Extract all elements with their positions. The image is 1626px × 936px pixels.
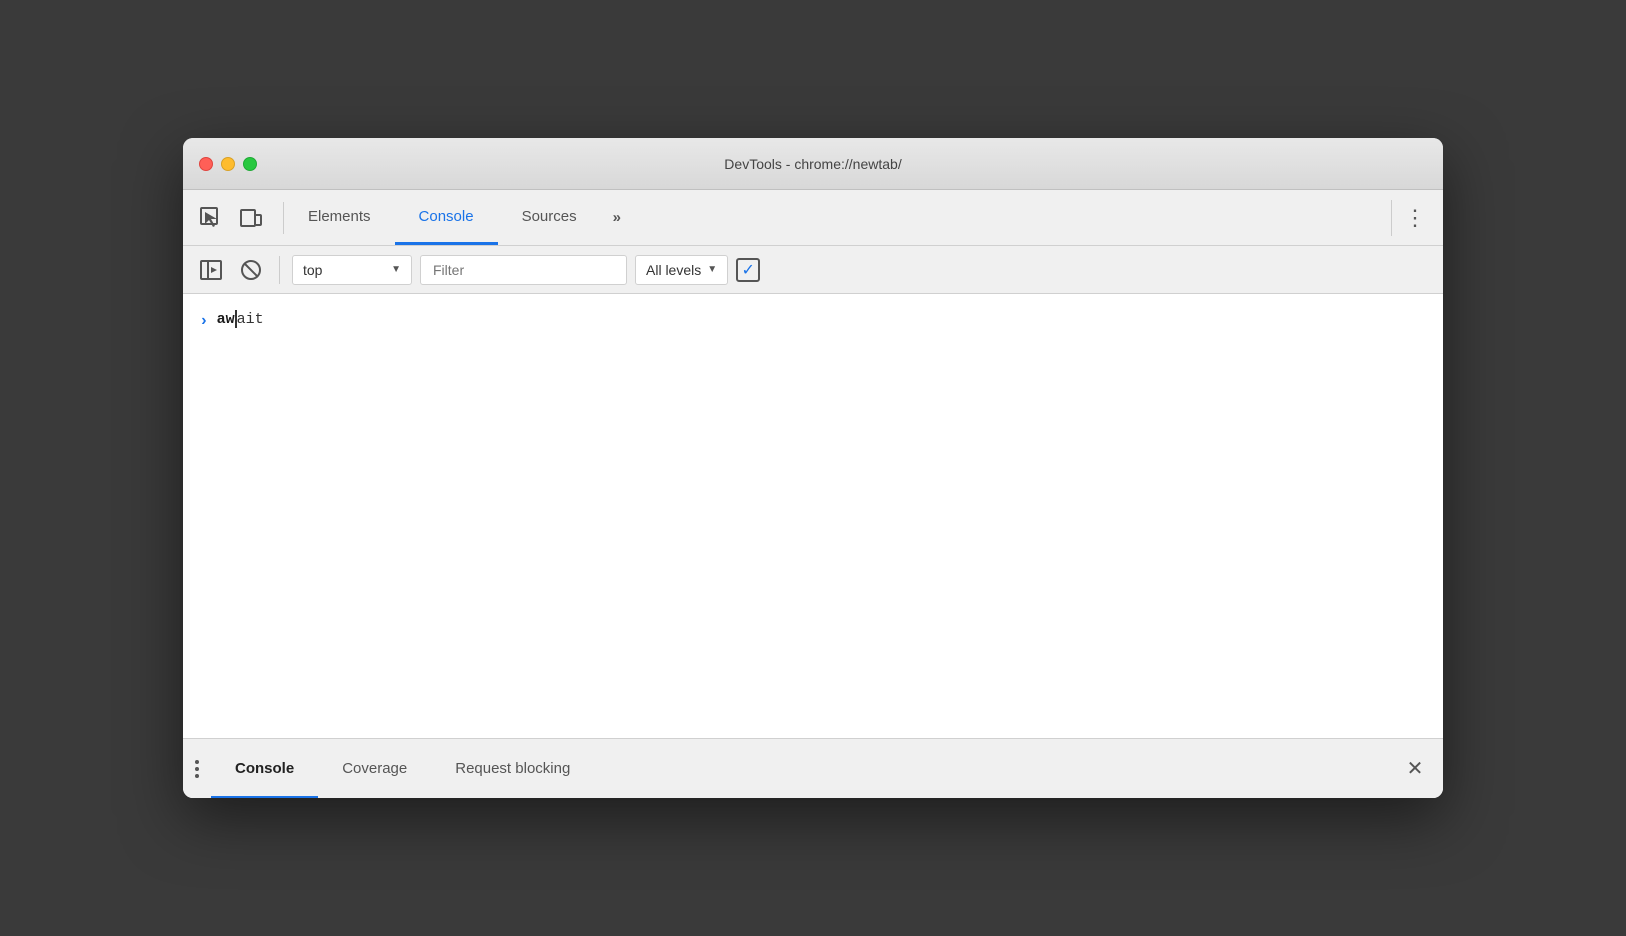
context-selector[interactable]: top ▼	[292, 255, 412, 285]
device-toggle-button[interactable]	[235, 202, 267, 234]
toolbar-right: ⋮	[1383, 200, 1431, 236]
console-toolbar-divider	[279, 256, 280, 284]
minimize-button[interactable]	[221, 157, 235, 171]
main-toolbar: Elements Console Sources » ⋮	[183, 190, 1443, 246]
console-entry: › await	[199, 306, 1427, 334]
title-bar: DevTools - chrome://newtab/	[183, 138, 1443, 190]
tab-elements[interactable]: Elements	[284, 190, 395, 245]
tab-console[interactable]: Console	[395, 190, 498, 245]
console-content[interactable]: › await	[183, 294, 1443, 738]
more-tabs-button[interactable]: »	[601, 190, 633, 245]
bottom-tab-console[interactable]: Console	[211, 739, 318, 799]
window-title: DevTools - chrome://newtab/	[724, 156, 901, 172]
maximize-button[interactable]	[243, 157, 257, 171]
inspect-element-button[interactable]	[195, 202, 227, 234]
console-input-text: await	[217, 310, 264, 328]
log-levels-label: All levels	[646, 262, 701, 278]
toggle-sidebar-button[interactable]	[195, 254, 227, 286]
log-levels-selector[interactable]: All levels ▼	[635, 255, 728, 285]
devtools-panel: Elements Console Sources » ⋮	[183, 190, 1443, 798]
close-bottom-panel-button[interactable]: ✕	[1399, 753, 1431, 785]
tab-area: Elements Console Sources »	[284, 190, 1383, 245]
await-bold-part: aw	[217, 311, 235, 328]
close-button[interactable]	[199, 157, 213, 171]
clear-console-button[interactable]	[235, 254, 267, 286]
bottom-panel-menu-button[interactable]	[195, 760, 199, 778]
bottom-panel: Console Coverage Request blocking ✕	[183, 738, 1443, 798]
levels-dropdown-arrow: ▼	[707, 264, 717, 275]
expand-arrow-icon[interactable]: ›	[199, 312, 209, 330]
await-normal-part: ait	[237, 311, 264, 328]
traffic-lights	[199, 157, 257, 171]
bottom-tab-coverage[interactable]: Coverage	[318, 739, 431, 799]
checkbox-option[interactable]: ✓	[736, 258, 760, 282]
toolbar-icons	[195, 202, 284, 234]
devtools-menu-button[interactable]: ⋮	[1404, 207, 1427, 229]
context-value: top	[303, 262, 383, 278]
devtools-window: DevTools - chrome://newtab/	[183, 138, 1443, 798]
console-toolbar: top ▼ All levels ▼ ✓	[183, 246, 1443, 294]
tab-sources[interactable]: Sources	[498, 190, 601, 245]
filter-input[interactable]	[420, 255, 627, 285]
bottom-tab-request-blocking[interactable]: Request blocking	[431, 739, 594, 799]
toolbar-divider	[1391, 200, 1392, 236]
context-dropdown-arrow: ▼	[391, 264, 401, 275]
